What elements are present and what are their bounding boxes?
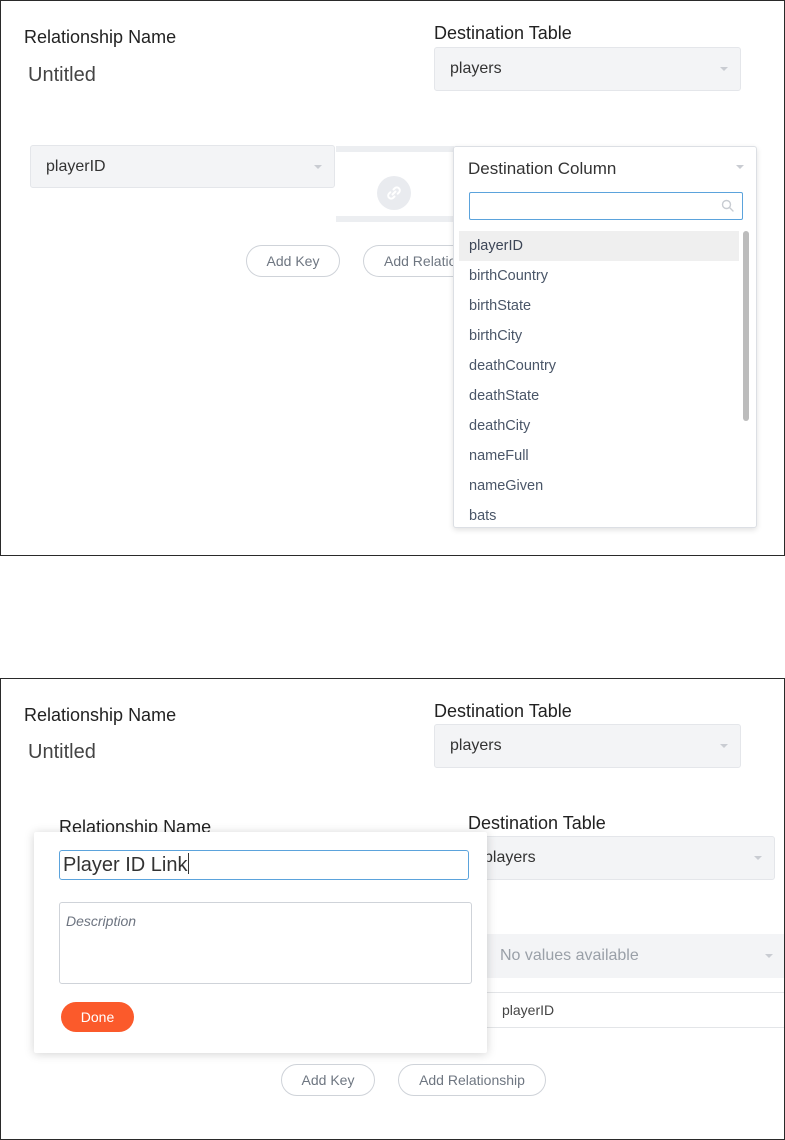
inner-column-row[interactable]: playerID (485, 992, 784, 1028)
option-deathcity[interactable]: deathCity (459, 411, 739, 441)
add-key-button[interactable]: Add Key (281, 1064, 375, 1096)
source-column-select[interactable]: playerID (30, 145, 335, 188)
no-values-text: No values available (500, 947, 639, 964)
destination-column-dropdown[interactable]: Destination Column playerID birthCountry… (453, 146, 757, 528)
inner-column-value: playerID (502, 1002, 555, 1018)
relationship-name-input[interactable]: Player ID Link (59, 850, 469, 880)
description-textarea[interactable]: Description (59, 902, 472, 984)
destination-table-value: players (450, 737, 502, 754)
caret-down-icon (314, 164, 322, 169)
dropdown-scrollbar[interactable] (743, 231, 749, 523)
destination-table-label: Destination Table (434, 23, 572, 43)
connector-bar-bottom (336, 216, 454, 222)
caret-down-icon (736, 165, 744, 169)
search-icon (721, 199, 734, 212)
relationship-name-value[interactable]: Untitled (28, 741, 96, 764)
description-placeholder: Description (66, 913, 137, 929)
inner-destination-table-value: players (484, 849, 536, 866)
destination-column-options: playerID birthCountry birthState birthCi… (459, 231, 739, 531)
relationship-editor-panel-top: Relationship Name Untitled Destination T… (0, 0, 785, 556)
option-deathcountry[interactable]: deathCountry (459, 351, 739, 381)
caret-down-icon (765, 954, 773, 958)
dropdown-scrollbar-thumb[interactable] (743, 231, 749, 421)
inner-destination-table-label: Destination Table (468, 813, 606, 833)
caret-down-icon (720, 67, 728, 71)
no-values-select[interactable]: No values available (485, 934, 784, 978)
destination-table-select[interactable]: players (434, 724, 741, 768)
inner-destination-table-select[interactable]: players (468, 836, 775, 880)
connector-bar-top (336, 146, 454, 152)
add-relationship-button[interactable]: Add Relationship (398, 1064, 546, 1096)
done-button[interactable]: Done (61, 1002, 134, 1032)
caret-down-icon (754, 856, 762, 860)
option-namefull[interactable]: nameFull (459, 441, 739, 471)
option-playerid[interactable]: playerID (459, 231, 739, 261)
text-cursor (187, 853, 189, 874)
source-column-value: playerID (46, 157, 106, 175)
option-birthcountry[interactable]: birthCountry (459, 261, 739, 291)
link-icon[interactable] (377, 176, 411, 210)
option-birthstate[interactable]: birthState (459, 291, 739, 321)
relationship-name-input-value: Player ID Link (63, 854, 188, 876)
relationship-details-modal: Player ID Link Description Done (34, 832, 487, 1053)
relationship-name-label: Relationship Name (24, 27, 177, 47)
destination-table-label: Destination Table (434, 701, 572, 721)
option-deathstate[interactable]: deathState (459, 381, 739, 411)
relationship-name-value[interactable]: Untitled (28, 64, 96, 87)
option-bats[interactable]: bats (459, 501, 739, 531)
destination-column-title: Destination Column (468, 159, 617, 178)
relationship-name-label: Relationship Name (24, 705, 177, 725)
option-namegiven[interactable]: nameGiven (459, 471, 739, 501)
relationship-editor-panel-bottom: Relationship Name Untitled Destination T… (0, 678, 785, 1140)
destination-column-search[interactable] (469, 192, 743, 220)
caret-down-icon (720, 744, 728, 748)
add-key-button[interactable]: Add Key (246, 245, 340, 277)
destination-table-value: players (450, 60, 502, 77)
destination-table-select[interactable]: players (434, 47, 741, 91)
option-birthcity[interactable]: birthCity (459, 321, 739, 351)
